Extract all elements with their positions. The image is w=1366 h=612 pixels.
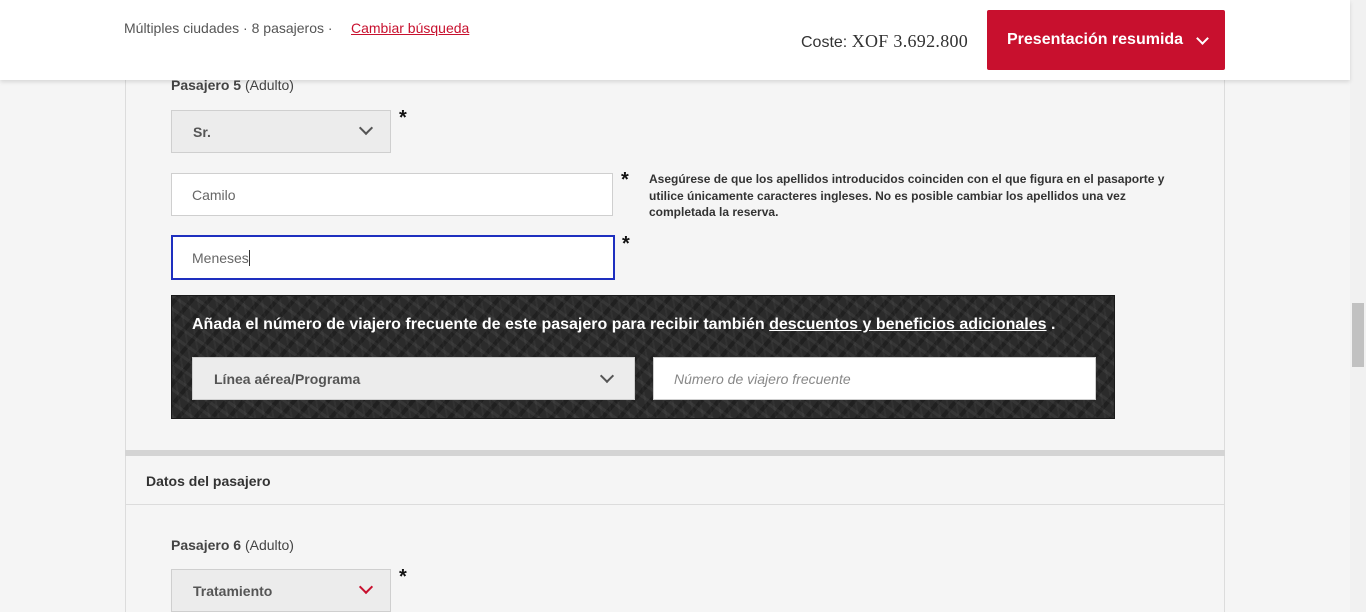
- cost-display: Coste: XOF 3.692.800: [801, 31, 968, 52]
- passenger-data-header: Datos del pasajero: [125, 456, 1225, 505]
- frequent-flyer-number-placeholder: Número de viajero frecuente: [674, 370, 851, 387]
- first-name-value: Camilo: [192, 186, 236, 203]
- frequent-flyer-text-before: Añada el número de viajero frecuente de …: [192, 316, 765, 333]
- chevron-down-icon: [1196, 32, 1209, 45]
- chevron-down-icon: [358, 579, 374, 595]
- frequent-flyer-box: Añada el número de viajero frecuente de …: [171, 295, 1115, 419]
- required-marker: *: [621, 169, 629, 191]
- title-select-value: Tratamiento: [193, 582, 273, 599]
- title-select-passenger-6[interactable]: Tratamiento: [171, 569, 391, 612]
- surname-note: Asegúrese de que los apellidos introduci…: [649, 172, 1165, 219]
- change-search-link[interactable]: Cambiar búsqueda: [351, 20, 469, 36]
- cost-value: XOF 3.692.800: [851, 31, 969, 51]
- chevron-down-icon: [599, 368, 615, 384]
- last-name-value: Meneses: [192, 249, 249, 266]
- airline-program-select[interactable]: Línea aérea/Programa: [192, 357, 635, 400]
- chevron-down-icon: [358, 120, 374, 136]
- frequent-flyer-text: Añada el número de viajero frecuente de …: [192, 316, 1055, 334]
- summary-view-button[interactable]: Presentación resumida: [987, 10, 1225, 70]
- passenger-6-type: (Adulto): [244, 537, 294, 553]
- discounts-benefits-link[interactable]: descuentos y beneficios adicionales: [769, 316, 1046, 333]
- top-bar: Múltiples ciudades · 8 pasajeros · Cambi…: [0, 0, 1350, 80]
- airline-program-label: Línea aérea/Programa: [214, 370, 361, 387]
- title-select-value: Sr.: [193, 123, 211, 140]
- first-name-field[interactable]: Camilo: [171, 173, 613, 216]
- last-name-field[interactable]: Meneses: [171, 235, 615, 280]
- summary-view-label: Presentación resumida: [1007, 31, 1184, 48]
- passenger-6-label: Pasajero 6 (Adulto): [171, 537, 294, 553]
- title-select-passenger-5[interactable]: Sr.: [171, 110, 391, 153]
- text-cursor: [248, 249, 250, 266]
- frequent-flyer-number-input[interactable]: Número de viajero frecuente: [653, 357, 1096, 400]
- required-marker: *: [622, 233, 630, 255]
- required-marker: *: [399, 566, 407, 588]
- scrollbar-thumb[interactable]: [1352, 303, 1364, 367]
- required-marker: *: [399, 107, 407, 129]
- frequent-flyer-text-after: .: [1051, 316, 1056, 333]
- passenger-6-number: Pasajero 6: [171, 537, 242, 553]
- search-summary: Múltiples ciudades · 8 pasajeros ·: [124, 20, 333, 36]
- section-title: Datos del pasajero: [146, 473, 271, 489]
- cost-label: Coste:: [801, 34, 848, 51]
